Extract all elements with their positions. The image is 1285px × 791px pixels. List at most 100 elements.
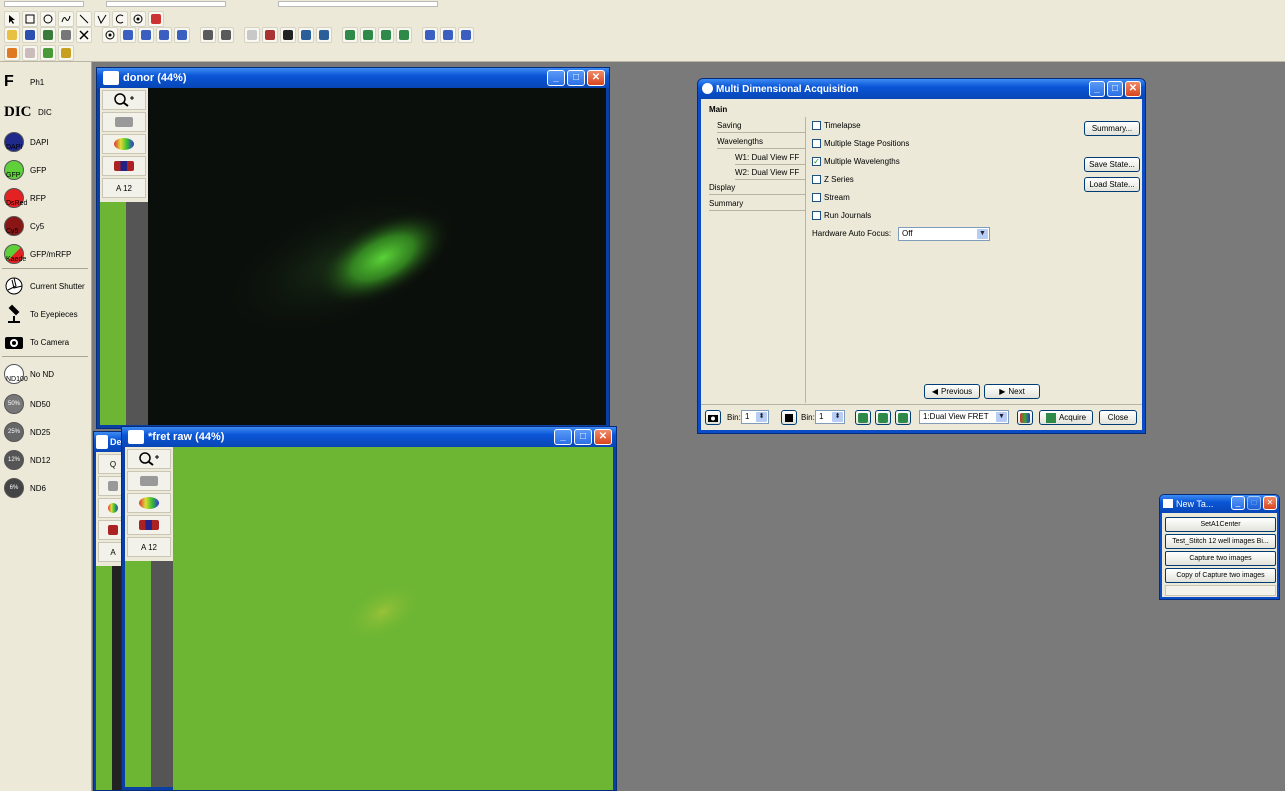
palette-item-no-nd[interactable]: No ND ND100 [4, 362, 90, 386]
help-icon[interactable]: _ [1089, 81, 1105, 97]
channel-2-icon[interactable] [875, 410, 891, 425]
maximize-icon[interactable]: □ [1107, 81, 1123, 97]
option-timelapse[interactable]: Timelapse [812, 119, 861, 132]
donor-image-canvas[interactable] [148, 88, 606, 425]
intensity-scale-bar[interactable] [96, 566, 112, 790]
window-title-bar[interactable]: *fret raw (44%) _ □ ✕ [122, 427, 616, 447]
save-state-button[interactable]: Save State... [1084, 157, 1140, 172]
select-arrow-icon[interactable] [4, 11, 20, 27]
journal-record-icon[interactable] [40, 45, 56, 61]
option-multiple-wavelengths[interactable]: ✓ Multiple Wavelengths [812, 155, 900, 168]
tool-c-icon[interactable] [378, 27, 394, 43]
journal-run-icon[interactable] [4, 45, 20, 61]
spin-icon[interactable]: ⬍ [756, 412, 767, 422]
maximize-icon[interactable]: □ [567, 70, 585, 86]
palette-item-to-eyepieces[interactable]: To Eyepieces [4, 302, 90, 326]
color-wheel-icon[interactable] [102, 134, 146, 154]
acquire-icon[interactable] [120, 27, 136, 43]
palette-item-current-shutter[interactable]: Current Shutter [4, 274, 90, 298]
open-folder-icon[interactable] [4, 27, 20, 43]
print-icon[interactable] [58, 27, 74, 43]
polyline-tool-icon[interactable] [94, 11, 110, 27]
target-icon[interactable] [102, 27, 118, 43]
task-button-seta1center[interactable]: SetA1Center [1165, 517, 1276, 532]
option-z-series[interactable]: Z Series [812, 173, 854, 186]
stream-icon[interactable] [138, 27, 154, 43]
new-task-title-bar[interactable]: New Ta... _ □ ✕ [1160, 495, 1279, 513]
palette-item-gfp[interactable]: GFP GFP [4, 158, 90, 182]
toolbar-combo-2[interactable] [106, 1, 226, 7]
delete-icon[interactable] [76, 27, 92, 43]
next-button[interactable]: ▶ Next [984, 384, 1040, 399]
load-state-button[interactable]: Load State... [1084, 177, 1140, 192]
lookup-table-icon[interactable] [102, 156, 146, 176]
lookup-table-icon[interactable] [127, 515, 171, 535]
image-window-donor[interactable]: donor (44%) _ □ ✕ A 12 [96, 67, 610, 429]
color-wheel-icon[interactable] [127, 493, 171, 513]
close-icon[interactable]: ✕ [594, 429, 612, 445]
freehand-tool-icon[interactable] [58, 11, 74, 27]
stack-icon[interactable] [156, 27, 172, 43]
close-icon[interactable]: ✕ [587, 70, 605, 86]
save-icon[interactable] [22, 27, 38, 43]
maximize-icon[interactable]: □ [1247, 496, 1261, 510]
palette-item-nd12[interactable]: 12% ND12 [4, 448, 90, 472]
zoom-tool-icon[interactable] [102, 90, 146, 110]
region-tool-icon[interactable] [148, 11, 164, 27]
palette-icon[interactable] [1017, 410, 1033, 425]
bin-select-1[interactable]: 1 ⬍ [741, 410, 769, 424]
checkbox[interactable] [812, 139, 821, 148]
illumination-select[interactable]: 1:Dual View FRET ▼ [919, 410, 1009, 424]
tab-w1[interactable]: W1: Dual View FF [735, 151, 805, 165]
tool-a-icon[interactable] [342, 27, 358, 43]
pan-tool-icon[interactable] [127, 471, 171, 491]
task-button-capture-two[interactable]: Capture two images [1165, 551, 1276, 566]
tab-main[interactable]: Main [709, 103, 727, 117]
chevron-down-icon[interactable]: ▼ [996, 412, 1007, 422]
spin-icon[interactable]: ⬍ [832, 412, 843, 422]
tab-saving[interactable]: Saving [717, 119, 805, 133]
tool-d-icon[interactable] [396, 27, 412, 43]
tab-display[interactable]: Display [709, 181, 805, 195]
palette-item-cy5[interactable]: Cy5 Cy5 [4, 214, 90, 238]
close-button[interactable]: Close [1099, 410, 1137, 425]
arc-tool-icon[interactable] [112, 11, 128, 27]
undo-icon[interactable] [244, 27, 260, 43]
toolbar-combo-3[interactable] [278, 1, 438, 7]
summary-button[interactable]: Summary... [1084, 121, 1140, 136]
option-multiple-stage-positions[interactable]: Multiple Stage Positions [812, 137, 909, 150]
palette-item-ph1[interactable]: F Ph1 [4, 70, 90, 94]
minimize-icon[interactable]: _ [547, 70, 565, 86]
checkbox[interactable] [812, 193, 821, 202]
chevron-down-icon[interactable]: ▼ [977, 229, 988, 239]
mda-dialog[interactable]: Multi Dimensional Acquisition _ □ ✕ Main… [697, 78, 1146, 434]
tab-wavelengths[interactable]: Wavelengths [717, 135, 805, 149]
palette-item-nd25[interactable]: 25% ND25 [4, 420, 90, 444]
camera-2-icon[interactable] [781, 410, 797, 425]
save-all-icon[interactable] [40, 27, 56, 43]
mda-title-bar[interactable]: Multi Dimensional Acquisition _ □ ✕ [698, 79, 1145, 99]
tab-summary[interactable]: Summary [709, 197, 805, 211]
window-title-bar[interactable]: donor (44%) _ □ ✕ [97, 68, 609, 88]
fret-image-canvas[interactable] [173, 447, 613, 790]
rectangle-tool-icon[interactable] [22, 11, 38, 27]
option-run-journals[interactable]: Run Journals [812, 209, 871, 222]
new-task-window[interactable]: New Ta... _ □ ✕ SetA1Center Test_Stitch … [1159, 494, 1280, 600]
tool-f-icon[interactable] [440, 27, 456, 43]
maximize-icon[interactable]: □ [574, 429, 592, 445]
palette-item-nd50[interactable]: 50% ND50 [4, 392, 90, 416]
checkbox-checked[interactable]: ✓ [812, 157, 821, 166]
minimize-icon[interactable]: _ [554, 429, 572, 445]
measure-icon[interactable] [200, 27, 216, 43]
acquire-button[interactable]: Acquire [1039, 410, 1093, 425]
task-button-test-stitch[interactable]: Test_Stitch 12 well images Bi... [1165, 534, 1276, 549]
palette-item-nd6[interactable]: 6% ND6 [4, 476, 90, 500]
journal-step-icon[interactable] [22, 45, 38, 61]
auto-trace-icon[interactable] [130, 11, 146, 27]
minimize-icon[interactable]: _ [1231, 496, 1245, 510]
channel-3-icon[interactable] [895, 410, 911, 425]
toolbar-combo-1[interactable] [4, 1, 84, 7]
ellipse-tool-icon[interactable] [40, 11, 56, 27]
line-tool-icon[interactable] [76, 11, 92, 27]
close-icon[interactable]: ✕ [1125, 81, 1141, 97]
